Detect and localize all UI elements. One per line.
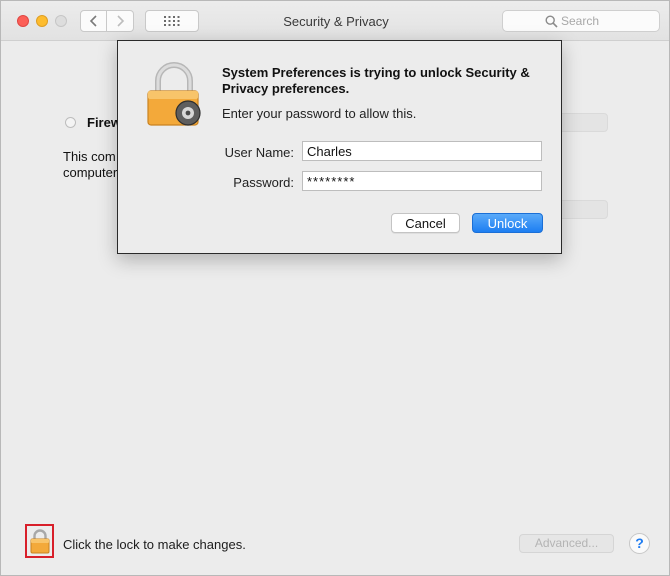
firewall-description: This com computer xyxy=(63,149,118,180)
search-icon xyxy=(545,15,558,28)
username-field[interactable] xyxy=(302,141,542,161)
title-bar: Security & Privacy xyxy=(1,1,669,41)
lock-button[interactable] xyxy=(25,524,54,558)
help-button[interactable]: ? xyxy=(629,533,650,554)
unlock-dialog: System Preferences is trying to unlock S… xyxy=(117,40,562,254)
firewall-options-button-disabled xyxy=(554,200,608,219)
advanced-button: Advanced... xyxy=(519,534,614,553)
dialog-subtext: Enter your password to allow this. xyxy=(222,106,417,121)
password-field[interactable] xyxy=(302,171,542,191)
firewall-label: Firew xyxy=(87,115,121,130)
password-label: Password: xyxy=(233,175,294,190)
unlock-button[interactable]: Unlock xyxy=(472,213,543,233)
search-input[interactable] xyxy=(561,13,656,29)
lock-icon xyxy=(30,529,49,554)
dialog-heading: System Preferences is trying to unlock S… xyxy=(222,65,530,96)
firewall-toggle-button-disabled xyxy=(554,113,608,132)
search-field[interactable] xyxy=(502,10,660,32)
security-privacy-window: Security & Privacy Firew This com comput… xyxy=(0,0,670,576)
firewall-radio[interactable] xyxy=(65,117,76,128)
lock-hint-text: Click the lock to make changes. xyxy=(63,537,246,552)
username-label: User Name: xyxy=(224,145,294,160)
cancel-button[interactable]: Cancel xyxy=(391,213,460,233)
lock-icon xyxy=(147,62,201,126)
